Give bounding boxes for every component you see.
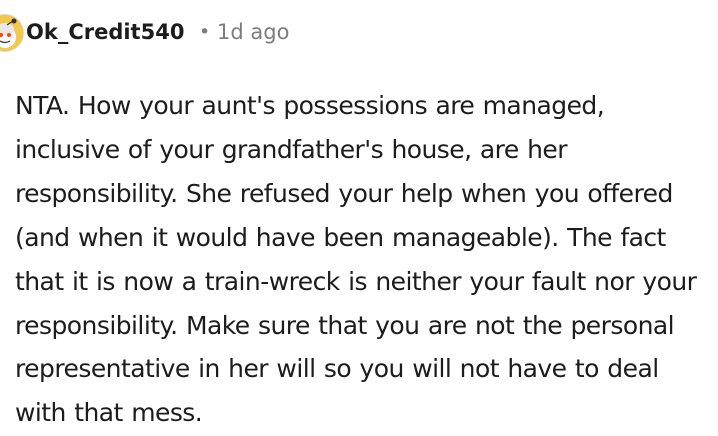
comment-body: NTA. How your aunt's possessions are man… xyxy=(15,91,697,428)
snoo-avatar-icon xyxy=(0,15,23,51)
comment: Ok_Credit540 • 1d ago NTA. How your aunt… xyxy=(0,0,718,436)
meta-separator: • xyxy=(199,21,211,43)
avatar[interactable] xyxy=(0,14,24,52)
comment-timestamp[interactable]: 1d ago xyxy=(217,18,289,46)
comment-author[interactable]: Ok_Credit540 xyxy=(26,18,184,46)
